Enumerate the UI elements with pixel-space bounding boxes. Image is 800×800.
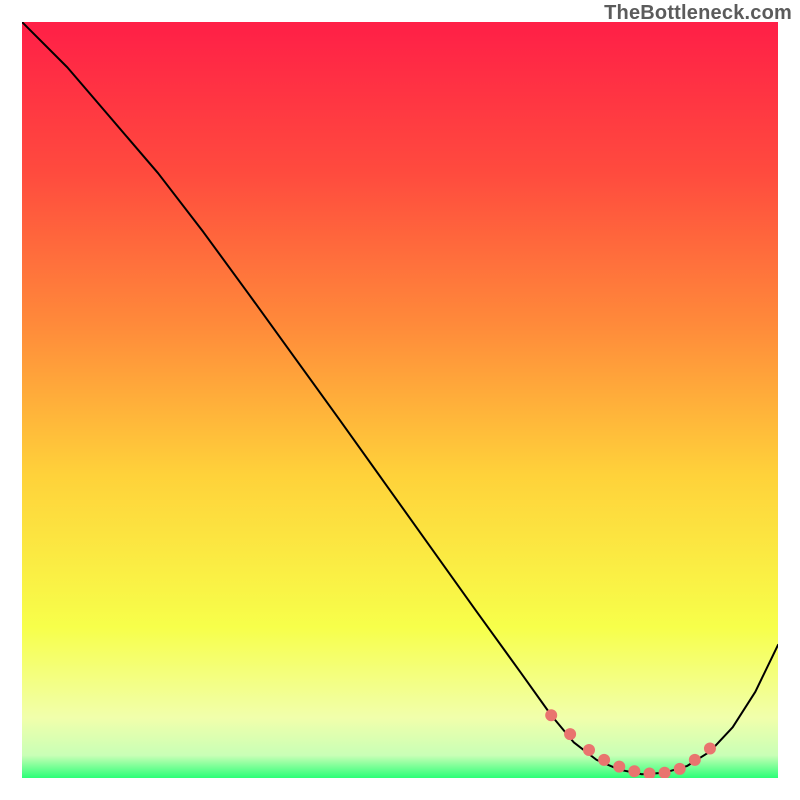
watermark-text: TheBottleneck.com bbox=[604, 2, 792, 25]
gradient-background bbox=[22, 22, 778, 778]
chart-svg bbox=[22, 22, 778, 778]
chart-plot-area bbox=[22, 22, 778, 778]
optimal-marker bbox=[598, 754, 610, 766]
optimal-marker bbox=[689, 754, 701, 766]
optimal-marker bbox=[704, 743, 716, 755]
optimal-marker bbox=[583, 744, 595, 756]
optimal-marker bbox=[564, 728, 576, 740]
optimal-marker bbox=[613, 761, 625, 773]
optimal-marker bbox=[628, 765, 640, 777]
optimal-marker bbox=[674, 763, 686, 775]
optimal-marker bbox=[545, 709, 557, 721]
chart-container: TheBottleneck.com bbox=[0, 0, 800, 800]
